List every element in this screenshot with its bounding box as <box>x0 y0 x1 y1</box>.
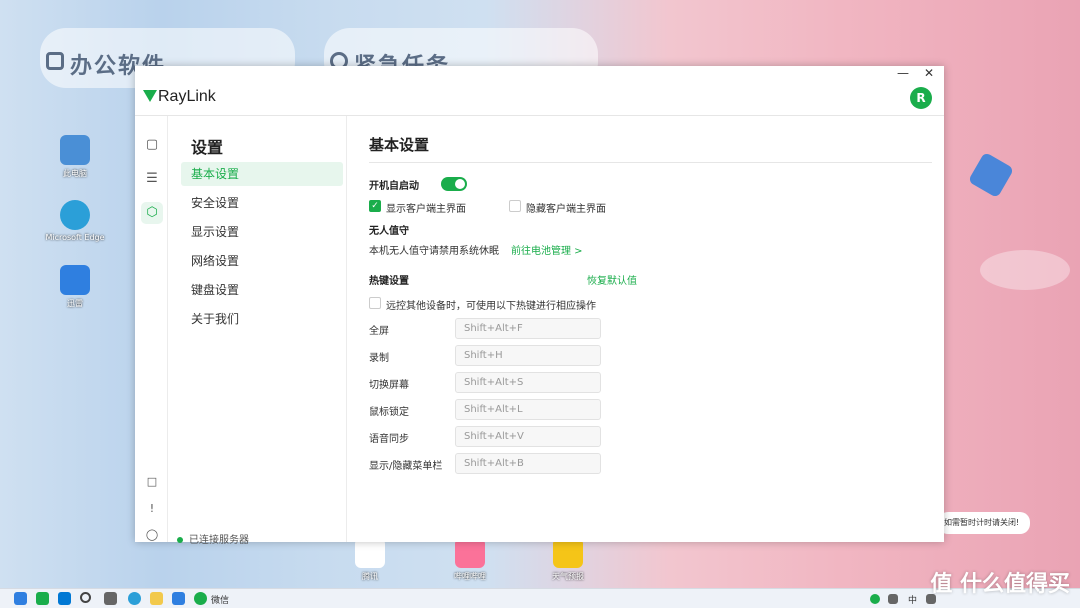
monitor-icon[interactable]: ▢ <box>141 134 163 156</box>
raylink-logo: RayLink <box>143 88 216 106</box>
hide-client-checkbox[interactable] <box>509 200 521 212</box>
hotkey-label-mouse-lock: 鼠标锁定 <box>369 407 409 418</box>
avatar[interactable]: R <box>910 87 932 109</box>
task-view-icon[interactable] <box>104 592 117 605</box>
weather-icon <box>553 538 583 568</box>
edge-taskbar-icon[interactable] <box>128 592 141 605</box>
notification-bubble[interactable]: 如需暂时计时请关闭! <box>938 512 1030 534</box>
title-bar: — ✕ <box>135 66 944 82</box>
settings-hex-icon[interactable]: ⬡ <box>141 202 163 224</box>
hotkey-title: 热键设置 <box>369 276 409 287</box>
battery-management-link[interactable]: 前往电池管理 > <box>511 242 583 257</box>
chat-icon[interactable]: □ <box>141 471 163 493</box>
nav-item-basic[interactable]: 基本设置 <box>181 162 343 186</box>
briefcase-icon <box>46 52 64 70</box>
settings-content: 基本设置 开机自启动 ✓ 显示客户端主界面 隐藏客户端主界面 无人值守 本机无人… <box>347 116 944 542</box>
desktop-icon-xunlei[interactable]: 迅雷 <box>45 265 105 309</box>
hotkey-enable-label: 远控其他设备时，可使用以下热键进行相应操作 <box>386 301 596 312</box>
unattended-title: 无人值守 <box>369 226 409 237</box>
nav-item-about[interactable]: 关于我们 <box>181 307 343 331</box>
feedback-icon[interactable]: ! <box>141 498 163 520</box>
desktop-icon-label: 腾讯 <box>362 572 378 581</box>
desktop-icon-label: 哔哩哔哩 <box>454 572 486 581</box>
close-button[interactable]: ✕ <box>918 66 940 82</box>
connection-status: 已连接服务器 <box>177 531 249 546</box>
autostart-label: 开机自启动 <box>369 181 419 192</box>
hotkey-field-mouse-lock[interactable]: Shift+Alt+L <box>455 399 601 420</box>
settings-nav: 设置 基本设置 安全设置 显示设置 网络设置 键盘设置 关于我们 已连接服务器 <box>169 116 347 546</box>
wechat-icon[interactable] <box>194 592 207 605</box>
file-explorer-icon[interactable] <box>150 592 163 605</box>
unattended-desc: 本机无人值守请禁用系统休眠 <box>369 246 499 257</box>
desktop-icon-this-pc[interactable]: 此电脑 <box>45 135 105 179</box>
desktop-icon-label: 迅雷 <box>67 299 83 308</box>
computer-icon <box>60 135 90 165</box>
hotkey-field-record[interactable]: Shift+H <box>455 345 601 366</box>
hotkey-field-menu-bar[interactable]: Shift+Alt+B <box>455 453 601 474</box>
status-text: 已连接服务器 <box>189 535 249 546</box>
hotkey-label-menu-bar: 显示/隐藏菜单栏 <box>369 461 443 472</box>
minimize-button[interactable]: — <box>892 66 914 82</box>
raylink-window: — ✕ RayLink R ▢ ☰ ⬡ □ ! ◯ 设置 基本设置 安全设置 显… <box>135 66 944 546</box>
autostart-toggle[interactable] <box>441 177 467 191</box>
tray-app-icon[interactable] <box>870 594 880 604</box>
hotkey-field-voice-sync[interactable]: Shift+Alt+V <box>455 426 601 447</box>
watermark: 值 什么值得买 <box>930 572 1070 597</box>
brand-bar: RayLink R <box>135 82 944 116</box>
divider <box>369 162 932 163</box>
hotkey-enable-checkbox[interactable] <box>369 297 381 309</box>
brand-name: RayLink <box>158 88 216 105</box>
search-icon[interactable] <box>80 592 91 603</box>
app-icon <box>355 538 385 568</box>
ime-indicator[interactable]: 中 <box>908 593 917 606</box>
show-client-checkbox[interactable]: ✓ <box>369 200 381 212</box>
hotkey-label-record: 录制 <box>369 353 389 364</box>
hotkey-field-switch-screen[interactable]: Shift+Alt+S <box>455 372 601 393</box>
bird-icon <box>60 265 90 295</box>
restore-default-link[interactable]: 恢复默认值 <box>587 272 637 287</box>
cloud-decoration <box>980 250 1070 290</box>
desktop-icon-weather[interactable]: 天气预报 <box>538 538 598 582</box>
windows-start-icon[interactable] <box>58 592 71 605</box>
hotkey-label-fullscreen: 全屏 <box>369 326 389 337</box>
wechat-taskbar-label: 微信 <box>211 596 230 606</box>
icon-rail: ▢ ☰ ⬡ □ ! ◯ <box>135 116 168 542</box>
nav-item-keyboard[interactable]: 键盘设置 <box>181 278 343 302</box>
desktop-icon-bilibili[interactable]: 哔哩哔哩 <box>440 538 500 582</box>
desktop-app-shortcut-icon[interactable] <box>967 151 1015 199</box>
desktop-icon-label: 天气预报 <box>552 572 584 581</box>
raylink-taskbar-icon[interactable] <box>36 592 49 605</box>
hide-client-label: 隐藏客户端主界面 <box>526 204 606 215</box>
hotkey-field-fullscreen[interactable]: Shift+Alt+F <box>455 318 601 339</box>
nav-title: 设置 <box>191 138 224 157</box>
nav-item-security[interactable]: 安全设置 <box>181 191 343 215</box>
hotkey-label-switch-screen: 切换屏幕 <box>369 380 409 391</box>
desktop-icon-edge[interactable]: Microsoft Edge <box>45 200 105 242</box>
nav-item-network[interactable]: 网络设置 <box>181 249 343 273</box>
list-icon[interactable]: ☰ <box>141 168 163 190</box>
bilibili-icon <box>455 538 485 568</box>
desktop-icon-label: 此电脑 <box>63 169 87 178</box>
page-title: 基本设置 <box>369 136 430 154</box>
status-dot <box>177 537 183 543</box>
desktop-icon-label: Microsoft Edge <box>45 233 105 242</box>
nav-item-display[interactable]: 显示设置 <box>181 220 343 244</box>
desktop-icon-tencent[interactable]: 腾讯 <box>340 538 400 582</box>
hotkey-label-voice-sync: 语音同步 <box>369 434 409 445</box>
xunlei-taskbar-icon-2[interactable] <box>172 592 185 605</box>
raylink-logo-icon <box>143 90 157 102</box>
taskbar: 微信 中 <box>0 588 1080 608</box>
xunlei-taskbar-icon[interactable] <box>14 592 27 605</box>
compass-icon[interactable]: ◯ <box>141 524 163 546</box>
network-icon[interactable] <box>888 594 898 604</box>
edge-browser-icon <box>60 200 90 230</box>
show-client-label: 显示客户端主界面 <box>386 204 466 215</box>
